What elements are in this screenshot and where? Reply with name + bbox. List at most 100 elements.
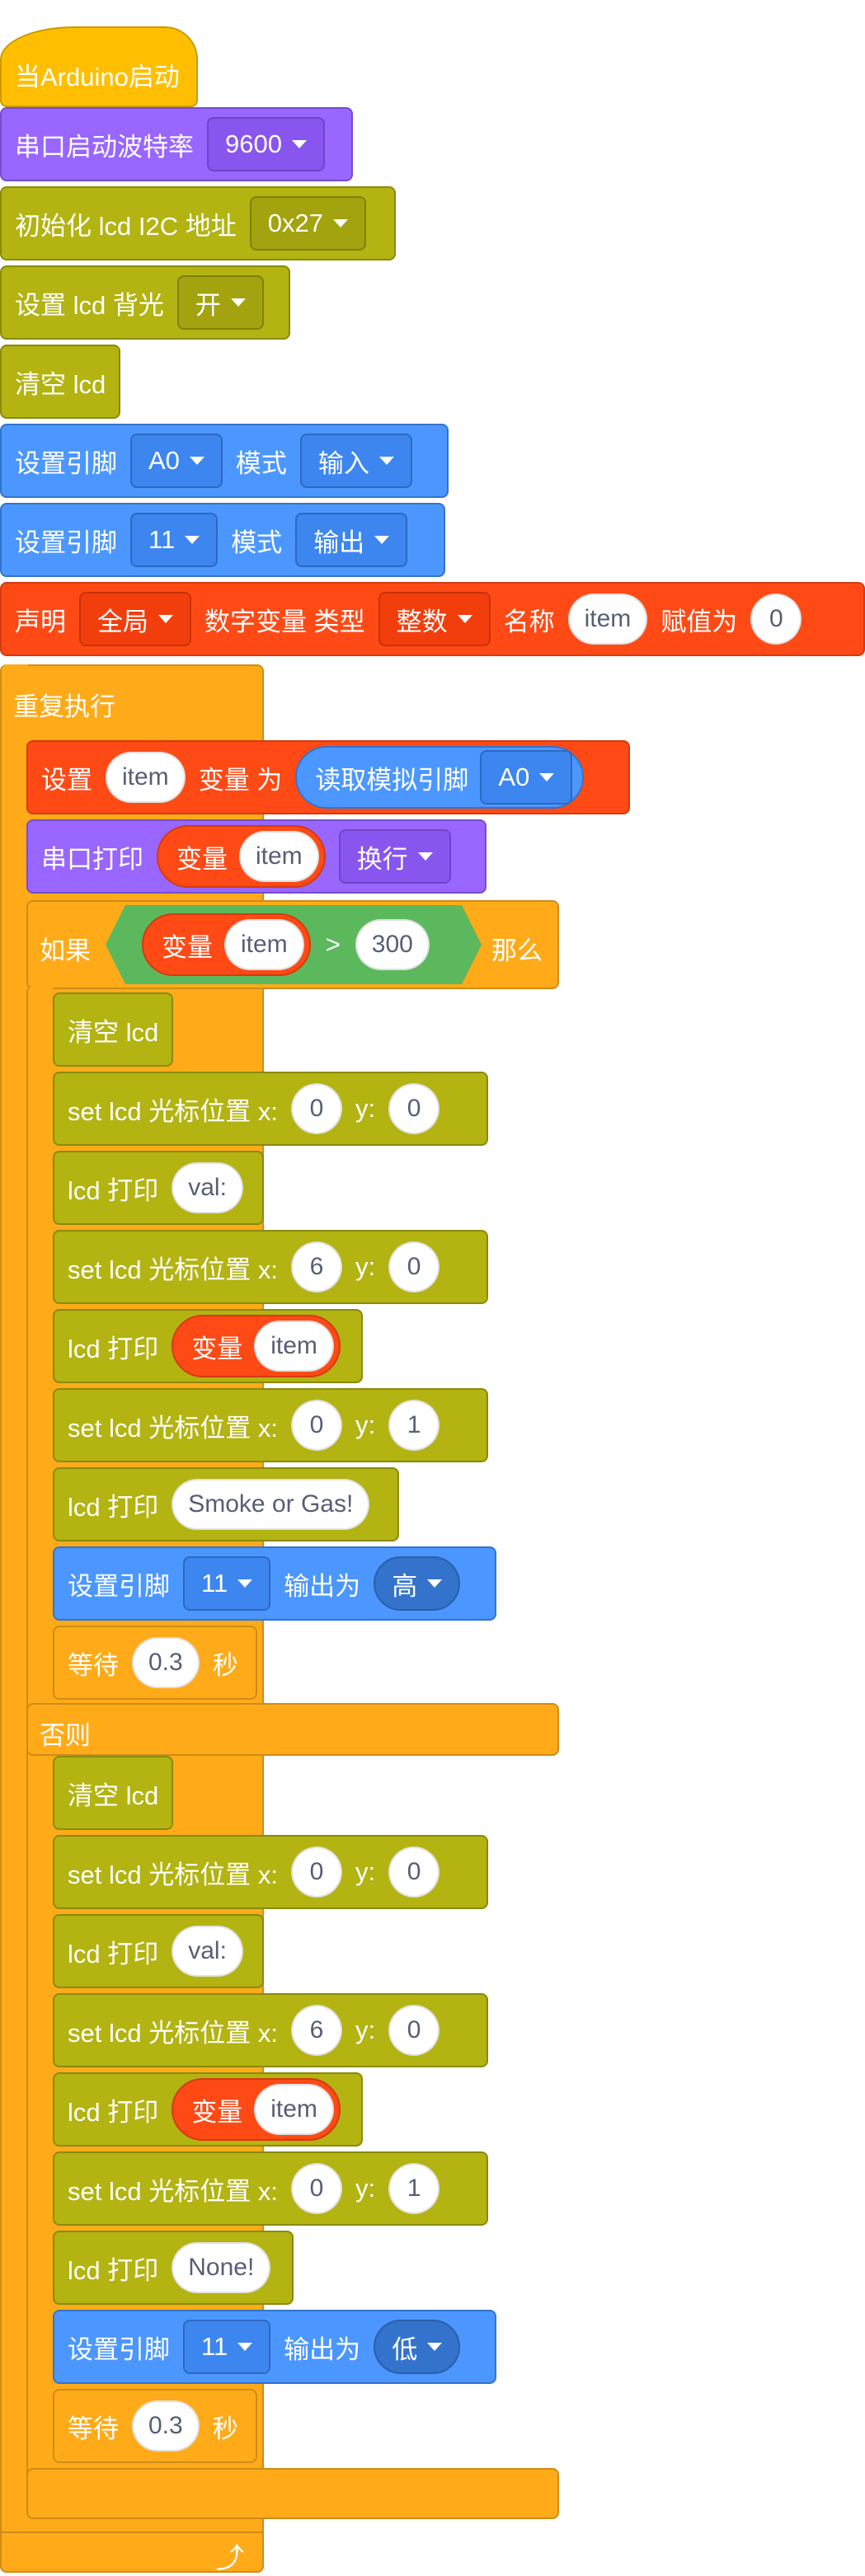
lcd-init-label: 初始化 lcd I2C 地址 [15, 211, 237, 241]
lcd-cursor-block[interactable]: set lcd 光标位置 x: 0 y: 0 [53, 1835, 488, 1909]
cursor-y-field[interactable]: 1 [388, 2163, 440, 2214]
analog-read-label: 读取模拟引脚 [315, 765, 469, 795]
lcd-print-block[interactable]: lcd 打印 val: [53, 1151, 264, 1225]
variable-name-field[interactable]: item [106, 752, 186, 803]
serial-println-block[interactable]: 串口打印 变量 item 换行 [26, 819, 487, 894]
lcd-print-block[interactable]: lcd 打印 None! [53, 2231, 294, 2305]
pin-value: 11 [148, 525, 176, 554]
wait-seconds-field[interactable]: 0.3 [132, 2400, 200, 2452]
cursor-label: set lcd 光标位置 x: [68, 1096, 278, 1126]
cursor-label: set lcd 光标位置 x: [68, 1255, 278, 1284]
cursor-x-field[interactable]: 0 [290, 1400, 342, 1451]
wait-block[interactable]: 等待 0.3 秒 [53, 1626, 257, 1700]
lcd-clear-label: 清空 lcd [68, 1781, 159, 1810]
lcd-print-text-field[interactable]: val: [172, 1162, 243, 1213]
cursor-y-field[interactable]: 0 [388, 1846, 440, 1898]
digital-write-block[interactable]: 设置引脚 11 输出为 低 [53, 2310, 496, 2384]
chevron-down-icon [427, 1579, 443, 1588]
lcd-print-text-field[interactable]: None! [172, 2242, 271, 2293]
assign-label: 赋值为 [661, 607, 738, 636]
variable-name-field[interactable]: item [254, 2084, 334, 2135]
cursor-x-field[interactable]: 0 [290, 2163, 342, 2214]
digital-write-block[interactable]: 设置引脚 11 输出为 高 [53, 1546, 496, 1621]
lcd-print-label: lcd 打印 [68, 2255, 159, 2285]
pin-dropdown[interactable]: A0 [130, 434, 223, 488]
pin-dropdown[interactable]: 11 [183, 2320, 271, 2374]
wait-block[interactable]: 等待 0.3 秒 [53, 2389, 257, 2463]
cursor-label: set lcd 光标位置 x: [68, 2176, 278, 2206]
variable-name-field[interactable]: item [254, 1321, 334, 1372]
threshold-field[interactable]: 300 [355, 919, 430, 970]
digital-write-label: 设置引脚 [68, 2334, 170, 2364]
variable-label: 变量 [191, 1334, 243, 1363]
lcd-print-block[interactable]: lcd 打印 变量 item [53, 2072, 363, 2147]
variable-name-field[interactable]: item [239, 831, 319, 882]
lcd-clear-block[interactable]: 清空 lcd [53, 992, 173, 1067]
level-dropdown[interactable]: 低 [374, 2320, 461, 2374]
analog-read-reporter[interactable]: 读取模拟引脚 A0 [295, 746, 585, 809]
variable-name-field[interactable]: item [567, 594, 648, 645]
lcd-cursor-block[interactable]: set lcd 光标位置 x: 6 y: 0 [53, 1993, 488, 2067]
cursor-x-field[interactable]: 6 [290, 1241, 342, 1293]
when-arduino-starts-hat[interactable]: 当Arduino启动 [0, 26, 198, 107]
cursor-y-field[interactable]: 0 [388, 1083, 440, 1134]
lcd-print-text-field[interactable]: val: [172, 1926, 243, 1977]
cursor-label: set lcd 光标位置 x: [68, 2018, 278, 2048]
analog-pin-dropdown[interactable]: A0 [480, 750, 573, 805]
lcd-print-block[interactable]: lcd 打印 变量 item [53, 1309, 363, 1383]
initial-value-field[interactable]: 0 [750, 594, 802, 645]
variable-name-field[interactable]: item [224, 919, 304, 970]
pin-dropdown[interactable]: 11 [130, 513, 219, 567]
pin-mode-a0-block[interactable]: 设置引脚 A0 模式 输入 [0, 424, 449, 498]
lcd-init-block[interactable]: 初始化 lcd I2C 地址 0x27 [0, 186, 396, 260]
lcd-cursor-block[interactable]: set lcd 光标位置 x: 6 y: 0 [53, 1230, 488, 1304]
lcd-clear-label: 清空 lcd [15, 369, 106, 399]
declare-variable-block[interactable]: 声明 全局 数字变量 类型 整数 名称 item 赋值为 0 [0, 582, 865, 656]
cursor-x-field[interactable]: 6 [290, 2005, 342, 2056]
mode-value: 输入 [317, 448, 369, 478]
digital-write-label: 设置引脚 [68, 1571, 170, 1601]
type-dropdown[interactable]: 整数 [378, 592, 491, 646]
lcd-backlight-block[interactable]: 设置 lcd 背光 开 [0, 265, 290, 340]
mode-dropdown[interactable]: 输出 [295, 513, 408, 567]
type-value: 整数 [396, 607, 448, 636]
lcd-backlight-label: 设置 lcd 背光 [15, 290, 164, 320]
serial-begin-block[interactable]: 串口启动波特率 9600 [0, 107, 353, 181]
cursor-y-field[interactable]: 1 [388, 1400, 440, 1451]
pin-dropdown[interactable]: 11 [183, 1556, 271, 1611]
backlight-dropdown[interactable]: 开 [176, 275, 264, 330]
cursor-y-field[interactable]: 0 [388, 1241, 440, 1293]
lcd-cursor-block[interactable]: set lcd 光标位置 x: 0 y: 1 [53, 1388, 488, 1462]
chevron-down-icon [237, 2343, 253, 2351]
lcd-cursor-block[interactable]: set lcd 光标位置 x: 0 y: 1 [53, 2151, 488, 2226]
lcd-print-block[interactable]: lcd 打印 val: [53, 1914, 264, 1988]
lcd-clear-block[interactable]: 清空 lcd [0, 345, 120, 419]
variable-reporter[interactable]: 变量 item [157, 825, 326, 888]
chevron-down-icon [457, 615, 472, 623]
lcd-print-block[interactable]: lcd 打印 Smoke or Gas! [53, 1467, 399, 1541]
chevron-down-icon [378, 457, 394, 465]
mode-dropdown[interactable]: 输入 [299, 434, 412, 488]
pin-mode-11-block[interactable]: 设置引脚 11 模式 输出 [0, 503, 445, 577]
level-dropdown[interactable]: 高 [374, 1556, 461, 1611]
cursor-y-field[interactable]: 0 [388, 2005, 440, 2056]
variable-reporter[interactable]: 变量 item [142, 913, 311, 976]
scope-dropdown[interactable]: 全局 [79, 592, 191, 646]
mode-label: 模式 [231, 528, 283, 557]
variable-reporter[interactable]: 变量 item [172, 1315, 341, 1377]
type-label: 数字变量 类型 [204, 607, 365, 636]
lcd-print-text-field[interactable]: Smoke or Gas! [172, 1479, 370, 1530]
backlight-value: 开 [195, 290, 221, 320]
lcd-cursor-block[interactable]: set lcd 光标位置 x: 0 y: 0 [53, 1072, 488, 1146]
cursor-x-field[interactable]: 0 [290, 1846, 342, 1898]
lcd-clear-block[interactable]: 清空 lcd [53, 1756, 173, 1830]
cursor-x-field[interactable]: 0 [290, 1083, 342, 1134]
variable-reporter[interactable]: 变量 item [172, 2078, 341, 2141]
chevron-down-icon [332, 219, 348, 228]
lcd-address-dropdown[interactable]: 0x27 [249, 196, 366, 251]
cursor-y-label: y: [355, 1410, 376, 1439]
baud-dropdown[interactable]: 9600 [207, 117, 325, 171]
newline-dropdown[interactable]: 换行 [338, 829, 451, 884]
wait-seconds-field[interactable]: 0.3 [132, 1637, 200, 1688]
set-variable-block[interactable]: 设置 item 变量 为 读取模拟引脚 A0 [26, 740, 630, 814]
